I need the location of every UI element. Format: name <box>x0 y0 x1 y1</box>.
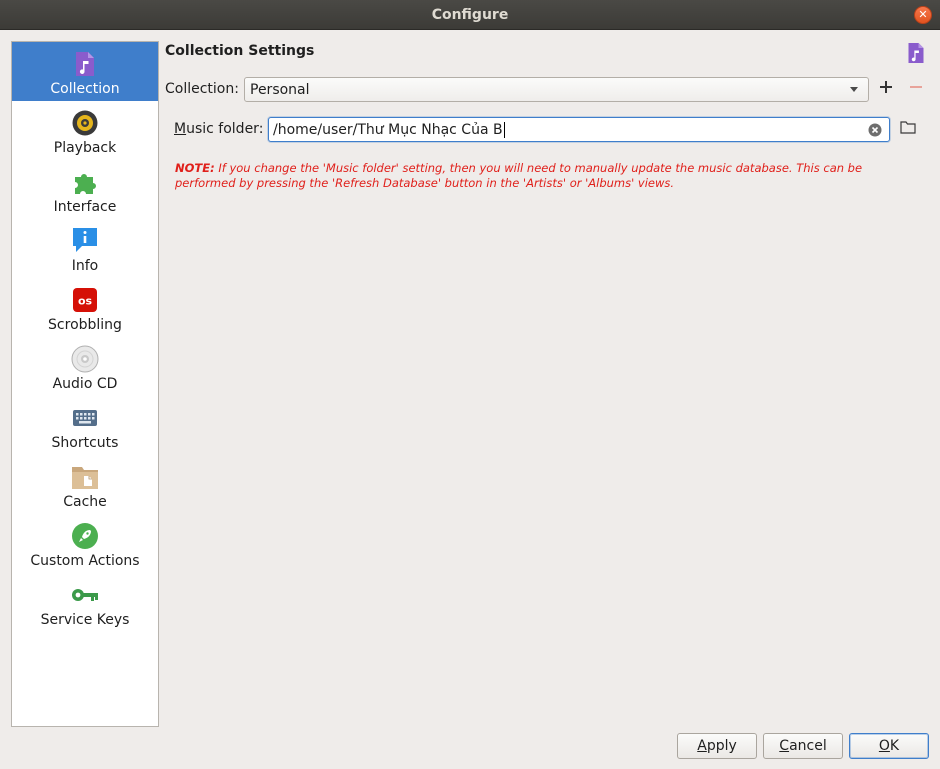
collection-select-value: Personal <box>250 81 310 98</box>
keyboard-icon <box>71 404 99 432</box>
sidebar-item-custom-actions[interactable]: Custom Actions <box>12 514 158 573</box>
category-sidebar: Collection Playback Interface Info os Sc… <box>11 41 159 727</box>
sidebar-item-shortcuts[interactable]: Shortcuts <box>12 396 158 455</box>
sidebar-item-scrobbling[interactable]: os Scrobbling <box>12 278 158 337</box>
mnemonic-char: C <box>779 738 790 754</box>
mnemonic-char: O <box>878 738 890 754</box>
sidebar-item-label: Collection <box>50 81 120 97</box>
ok-button[interactable]: OK <box>849 733 929 759</box>
note-prefix: NOTE: <box>175 161 215 175</box>
music-file-icon <box>71 50 99 78</box>
text-caret <box>503 121 505 138</box>
remove-collection-button[interactable] <box>907 80 925 98</box>
info-icon <box>71 227 99 255</box>
add-collection-button[interactable] <box>877 80 895 98</box>
sidebar-item-label: Audio CD <box>52 376 118 392</box>
puzzle-icon <box>71 168 99 196</box>
sidebar-item-label: Custom Actions <box>30 553 140 569</box>
page-title: Collection Settings <box>165 43 315 59</box>
apply-button[interactable]: Apply <box>677 733 757 759</box>
sidebar-item-label: Scrobbling <box>48 317 122 333</box>
lastfm-icon: os <box>71 286 99 314</box>
minus-icon <box>910 81 922 97</box>
cd-icon <box>71 345 99 373</box>
apply-label: pply <box>706 738 737 754</box>
title-bar: Configure ✕ <box>0 0 940 30</box>
sidebar-item-label: Playback <box>53 140 117 156</box>
music-folder-value: /home/user/Thư Mục Nhạc Của B <box>273 121 503 138</box>
sidebar-item-info[interactable]: Info <box>12 219 158 278</box>
collection-label: Collection: <box>165 81 239 97</box>
close-icon: ✕ <box>918 8 928 21</box>
sidebar-item-label: Service Keys <box>40 612 130 628</box>
mnemonic-char: A <box>697 738 707 754</box>
warning-note: NOTE: If you change the 'Music folder' s… <box>175 161 920 191</box>
music-folder-label: Music folder: <box>174 121 263 137</box>
music-folder-label-text: usic folder: <box>186 121 264 137</box>
close-button[interactable]: ✕ <box>914 6 932 24</box>
sidebar-item-interface[interactable]: Interface <box>12 160 158 219</box>
folder-cache-icon <box>71 463 99 491</box>
plus-icon <box>880 81 892 97</box>
cancel-label: ancel <box>789 738 827 754</box>
music-folder-input[interactable]: /home/user/Thư Mục Nhạc Của B <box>268 117 890 142</box>
sidebar-item-label: Shortcuts <box>51 435 119 451</box>
sidebar-item-playback[interactable]: Playback <box>12 101 158 160</box>
sidebar-item-collection[interactable]: Collection <box>12 42 158 101</box>
sidebar-item-cache[interactable]: Cache <box>12 455 158 514</box>
browse-folder-button[interactable] <box>899 120 917 138</box>
folder-icon <box>900 120 916 138</box>
rocket-icon <box>71 522 99 550</box>
music-file-icon <box>906 42 928 64</box>
window-title: Configure <box>431 6 509 23</box>
sidebar-item-label: Cache <box>63 494 107 510</box>
mnemonic-char: M <box>174 121 187 137</box>
svg-text:os: os <box>78 295 93 308</box>
ok-label: K <box>889 738 900 754</box>
note-text: If you change the 'Music folder' setting… <box>175 161 863 190</box>
sidebar-item-service-keys[interactable]: Service Keys <box>12 573 158 632</box>
chevron-down-icon <box>850 87 858 92</box>
clear-icon[interactable] <box>868 123 882 137</box>
sidebar-item-audio-cd[interactable]: Audio CD <box>12 337 158 396</box>
speaker-icon <box>71 109 99 137</box>
sidebar-item-label: Info <box>71 258 99 274</box>
sidebar-item-label: Interface <box>53 199 117 215</box>
cancel-button[interactable]: Cancel <box>763 733 843 759</box>
collection-select[interactable]: Personal <box>244 77 869 102</box>
key-icon <box>71 581 99 609</box>
